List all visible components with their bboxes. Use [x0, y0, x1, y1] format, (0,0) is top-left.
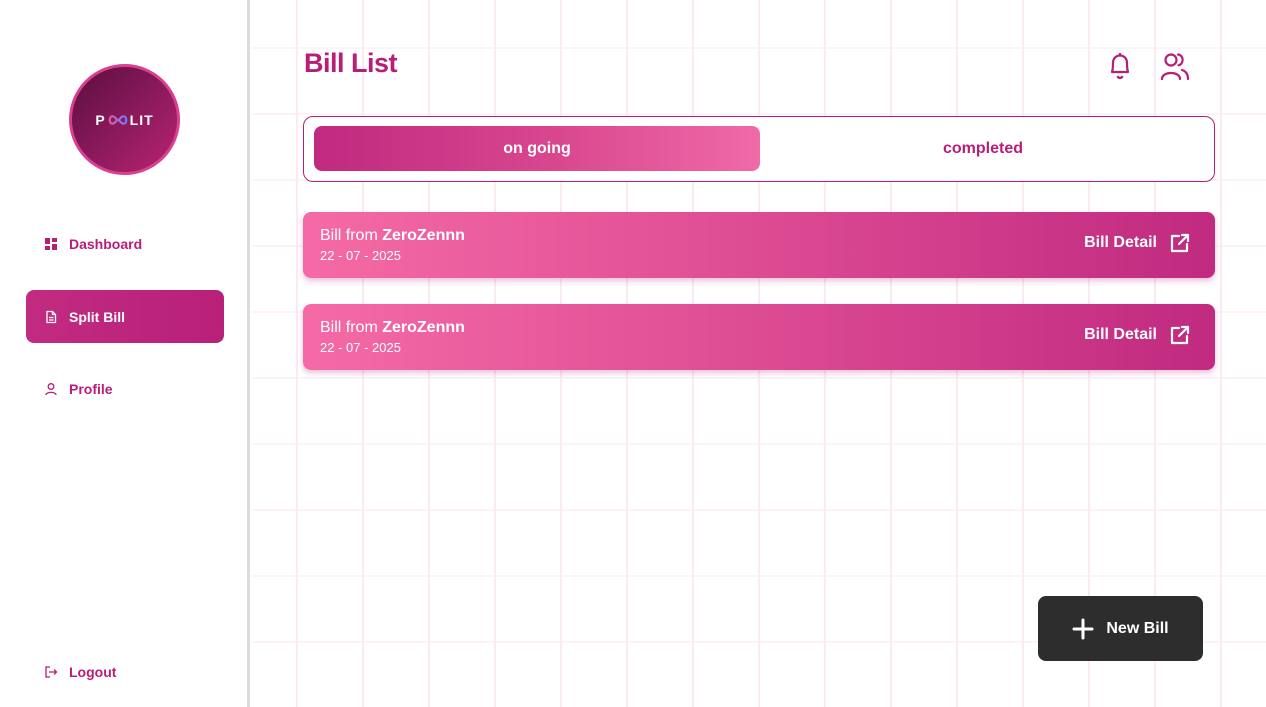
logo-text: P LIT [95, 112, 153, 128]
new-bill-label: New Bill [1106, 619, 1169, 637]
plus-icon [1072, 618, 1094, 640]
sidebar-item-profile[interactable]: Profile [26, 362, 224, 415]
sidebar-item-label: Profile [69, 380, 113, 397]
external-link-icon [1169, 232, 1191, 254]
dashboard-grid-icon [44, 237, 58, 251]
main-content: Bill List on going completed Bill from Z… [253, 0, 1266, 707]
tab-completed[interactable]: completed [760, 126, 1206, 171]
app-logo[interactable]: P LIT [69, 64, 180, 175]
sidebar-item-dashboard[interactable]: Dashboard [26, 217, 224, 270]
logo-text-left: P [95, 111, 106, 128]
logo-text-right: LIT [129, 111, 154, 128]
bill-date: 22 - 07 - 2025 [320, 248, 401, 263]
sidebar-item-label: Dashboard [69, 235, 143, 252]
bill-title-prefix: Bill from [320, 227, 378, 244]
bill-status-tabs: on going completed [303, 116, 1215, 182]
bill-card: Bill from ZeroZennn 22 - 07 - 2025 Bill … [303, 304, 1215, 370]
document-icon [44, 310, 58, 324]
tab-on-going[interactable]: on going [314, 126, 760, 171]
infinity-icon [108, 114, 128, 125]
bill-card: Bill from ZeroZennn 22 - 07 - 2025 Bill … [303, 212, 1215, 278]
page-title: Bill List [304, 48, 398, 78]
bill-detail-label: Bill Detail [1084, 234, 1157, 251]
bill-detail-button[interactable]: Bill Detail [1084, 232, 1191, 254]
bill-title-prefix: Bill from [320, 319, 378, 336]
bill-title: Bill from ZeroZennn [320, 227, 465, 245]
bill-date: 22 - 07 - 2025 [320, 340, 401, 355]
external-link-icon [1169, 324, 1191, 346]
users-icon[interactable] [1160, 50, 1190, 82]
logout-button[interactable]: Logout [26, 645, 224, 698]
bill-title: Bill from ZeroZennn [320, 319, 465, 337]
logout-icon [44, 665, 58, 679]
sidebar-item-label: Split Bill [69, 308, 125, 325]
bill-detail-button[interactable]: Bill Detail [1084, 324, 1191, 346]
logout-label: Logout [69, 663, 117, 680]
bell-icon[interactable] [1105, 50, 1135, 82]
bill-detail-label: Bill Detail [1084, 326, 1157, 343]
user-icon [44, 382, 58, 396]
bill-from-name: ZeroZennn [382, 227, 465, 244]
sidebar: P LIT Dashboard Split Bill Profile Logou… [0, 0, 250, 707]
bill-from-name: ZeroZennn [382, 319, 465, 336]
new-bill-button[interactable]: New Bill [1038, 596, 1203, 661]
sidebar-item-split-bill[interactable]: Split Bill [26, 290, 224, 343]
